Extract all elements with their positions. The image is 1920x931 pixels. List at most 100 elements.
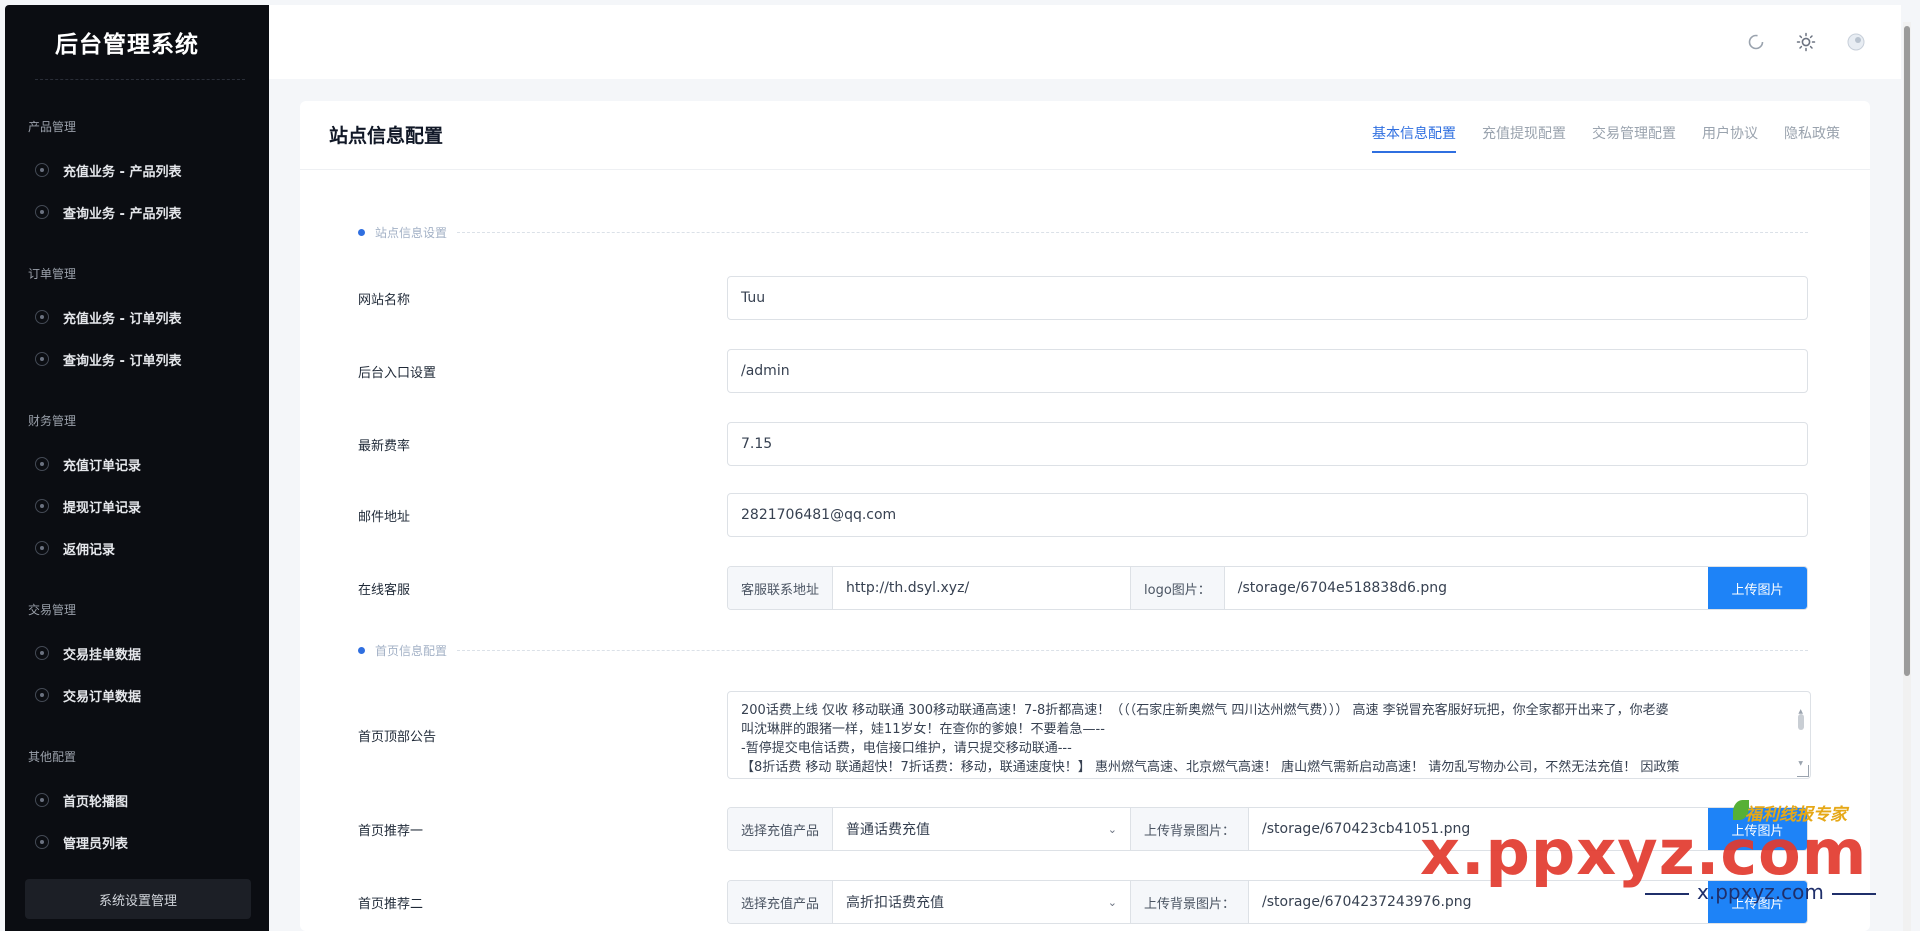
home-notice-textarea[interactable]: 200话费上线 仅收 移动联通 300移动联通高速！7-8折都高速！（（（石家庄… [727, 691, 1811, 779]
bg-image-addon: 上传背景图片： [1131, 808, 1250, 850]
circle-icon [35, 541, 49, 555]
chevron-down-icon: ⌄ [1107, 822, 1118, 836]
row-rate: 最新费率 7.15 [358, 422, 1808, 466]
field-label: 在线客服 [358, 582, 411, 598]
sidebar-item-carousel[interactable]: 首页轮播图 [5, 779, 269, 821]
row-admin-entry: 后台入口设置 /admin [358, 349, 1808, 393]
sidebar-item-label: 管理员列表 [63, 836, 129, 852]
page-title: 站点信息配置 [329, 125, 444, 147]
brand-title: 后台管理系统 [55, 32, 199, 58]
circle-icon [35, 835, 49, 849]
bullet-icon [358, 647, 365, 654]
product-addon: 选择充值产品 [728, 881, 834, 923]
card-divider [300, 169, 1870, 170]
textarea-scrollbar[interactable] [1798, 714, 1804, 730]
logo-addon: logo图片： [1131, 567, 1225, 609]
sidebar-item-withdraw-records[interactable]: 提现订单记录 [5, 485, 269, 527]
product-addon: 选择充值产品 [728, 808, 834, 850]
section-title: 首页信息配置 [375, 644, 448, 658]
sidebar-item-recharge-products[interactable]: 充值业务 - 产品列表 [5, 149, 269, 191]
nav-group-title: 财务管理 [28, 414, 77, 428]
field-label: 首页顶部公告 [358, 729, 437, 745]
top-bar [269, 5, 1901, 79]
row-email: 邮件地址 2821706481@qq.com [358, 493, 1808, 537]
field-label: 邮件地址 [358, 509, 411, 525]
sidebar-item-commission-records[interactable]: 返佣记录 [5, 527, 269, 569]
row-support: 在线客服 客服联系地址 http://th.dsyl.xyz/ logo图片： … [358, 566, 1808, 610]
field-label: 网站名称 [358, 292, 411, 308]
scrollbar-thumb[interactable] [1904, 26, 1910, 676]
product-select[interactable]: 高折扣话费充值 ⌄ [833, 881, 1132, 923]
resize-handle-icon[interactable] [1797, 765, 1809, 777]
sidebar-item-recharge-orders[interactable]: 充值业务 - 订单列表 [5, 296, 269, 338]
refresh-icon[interactable] [1746, 32, 1766, 52]
circle-icon [35, 457, 49, 471]
page-scrollbar[interactable] [1903, 22, 1911, 931]
sidebar-item-label: 查询业务 - 产品列表 [63, 206, 182, 222]
circle-icon [35, 499, 49, 513]
system-settings-button[interactable]: 系统设置管理 [25, 879, 251, 919]
sidebar-item-label: 充值业务 - 订单列表 [63, 311, 182, 327]
email-field[interactable]: 2821706481@qq.com [727, 493, 1808, 537]
notice-line: 叫沈琳胖的跟猪一样，娃11岁女！在查你的爹娘！不要着急—-- [741, 722, 1105, 737]
sidebar-item-label: 交易订单数据 [63, 689, 142, 705]
sidebar-item-trade-orders[interactable]: 交易订单数据 [5, 674, 269, 716]
sidebar-item-label: 提现订单记录 [63, 500, 142, 516]
support-url-addon: 客服联系地址 [728, 567, 834, 609]
tab-bar: 基本信息配置 充值提现配置 交易管理配置 用户协议 隐私政策 [1372, 123, 1840, 153]
section-title: 站点信息设置 [375, 226, 448, 240]
circle-icon [35, 310, 49, 324]
sidebar-item-query-products[interactable]: 查询业务 - 产品列表 [5, 191, 269, 233]
avatar-icon[interactable] [1846, 32, 1866, 52]
sidebar-item-label: 充值订单记录 [63, 458, 142, 474]
nav-group-title: 交易管理 [28, 603, 77, 617]
tab-trade-management[interactable]: 交易管理配置 [1592, 123, 1676, 153]
nav-group-title: 其他配置 [28, 750, 77, 764]
product-select[interactable]: 普通话费充值 ⌄ [833, 808, 1132, 850]
site-name-input[interactable]: Tuu [727, 276, 1808, 320]
sidebar-item-admins[interactable]: 管理员列表 [5, 821, 269, 863]
support-url-input[interactable]: http://th.dsyl.xyz/ [833, 567, 1132, 609]
nav-group-title: 产品管理 [28, 120, 77, 134]
bg-image-addon: 上传背景图片： [1131, 881, 1250, 923]
sidebar-item-recharge-records[interactable]: 充值订单记录 [5, 443, 269, 485]
upload-logo-button[interactable]: 上传图片 [1708, 567, 1807, 609]
sidebar: 后台管理系统 产品管理 充值业务 - 产品列表 查询业务 - 产品列表 订单管理… [5, 5, 269, 931]
select-value: 普通话费充值 [846, 822, 931, 838]
circle-icon [35, 688, 49, 702]
tab-basic-info[interactable]: 基本信息配置 [1372, 123, 1456, 153]
sidebar-item-label: 交易挂单数据 [63, 647, 142, 663]
support-input-group: 客服联系地址 http://th.dsyl.xyz/ logo图片： /stor… [727, 566, 1808, 610]
sun-icon[interactable] [1796, 32, 1816, 52]
sidebar-item-query-orders[interactable]: 查询业务 - 订单列表 [5, 338, 269, 380]
watermark-logo: x.ppxyz.com [1420, 816, 1868, 889]
sidebar-item-label: 充值业务 - 产品列表 [63, 164, 182, 180]
chevron-down-icon: ⌄ [1107, 895, 1118, 909]
watermark-subtitle: x.ppxyz.com [1637, 880, 1884, 904]
bullet-icon [358, 229, 365, 236]
circle-icon [35, 793, 49, 807]
tab-user-agreement[interactable]: 用户协议 [1702, 123, 1758, 153]
tab-recharge-withdraw[interactable]: 充值提现配置 [1482, 123, 1566, 153]
circle-icon [35, 352, 49, 366]
logo-path-input[interactable]: /storage/6704e518838d6.png [1225, 567, 1708, 609]
section-site-info: 站点信息设置 [358, 224, 1808, 241]
sidebar-item-trade-listings[interactable]: 交易挂单数据 [5, 632, 269, 674]
circle-icon [35, 163, 49, 177]
sidebar-item-label: 查询业务 - 订单列表 [63, 353, 182, 369]
dash-line [1645, 892, 1689, 895]
row-site-name: 网站名称 Tuu [358, 276, 1808, 320]
rate-input[interactable]: 7.15 [727, 422, 1808, 466]
section-line [457, 232, 1808, 233]
select-value: 高折扣话费充值 [846, 895, 945, 911]
brand-divider [35, 79, 245, 80]
field-label: 后台入口设置 [358, 365, 437, 381]
sidebar-item-label: 首页轮播图 [63, 794, 129, 810]
admin-entry-input[interactable]: /admin [727, 349, 1808, 393]
notice-line: 200话费上线 仅收 移动联通 300移动联通高速！7-8折都高速！（（（石家庄… [741, 703, 1669, 718]
field-label: 最新费率 [358, 438, 411, 454]
sidebar-item-label: 返佣记录 [63, 542, 116, 558]
tab-privacy-policy[interactable]: 隐私政策 [1784, 123, 1840, 153]
section-home-info: 首页信息配置 [358, 642, 1808, 659]
section-line [457, 650, 1808, 651]
